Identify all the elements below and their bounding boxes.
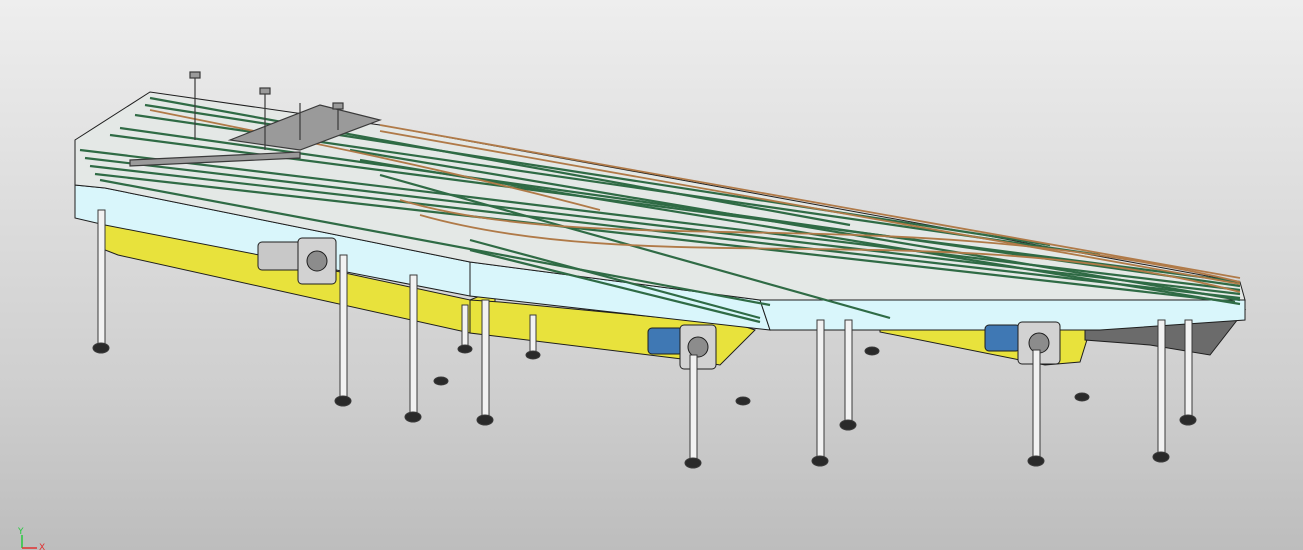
y-axis-label: Y bbox=[17, 527, 24, 537]
x-axis-label: X bbox=[39, 543, 45, 550]
conveyor-model[interactable] bbox=[0, 0, 1303, 550]
drive-motor-3 bbox=[984, 321, 1061, 365]
cad-viewport[interactable]: Y X bbox=[0, 0, 1303, 550]
axis-triad: Y X bbox=[17, 527, 45, 550]
conveyor-frame bbox=[74, 91, 1246, 331]
drive-motor-2 bbox=[647, 324, 717, 370]
